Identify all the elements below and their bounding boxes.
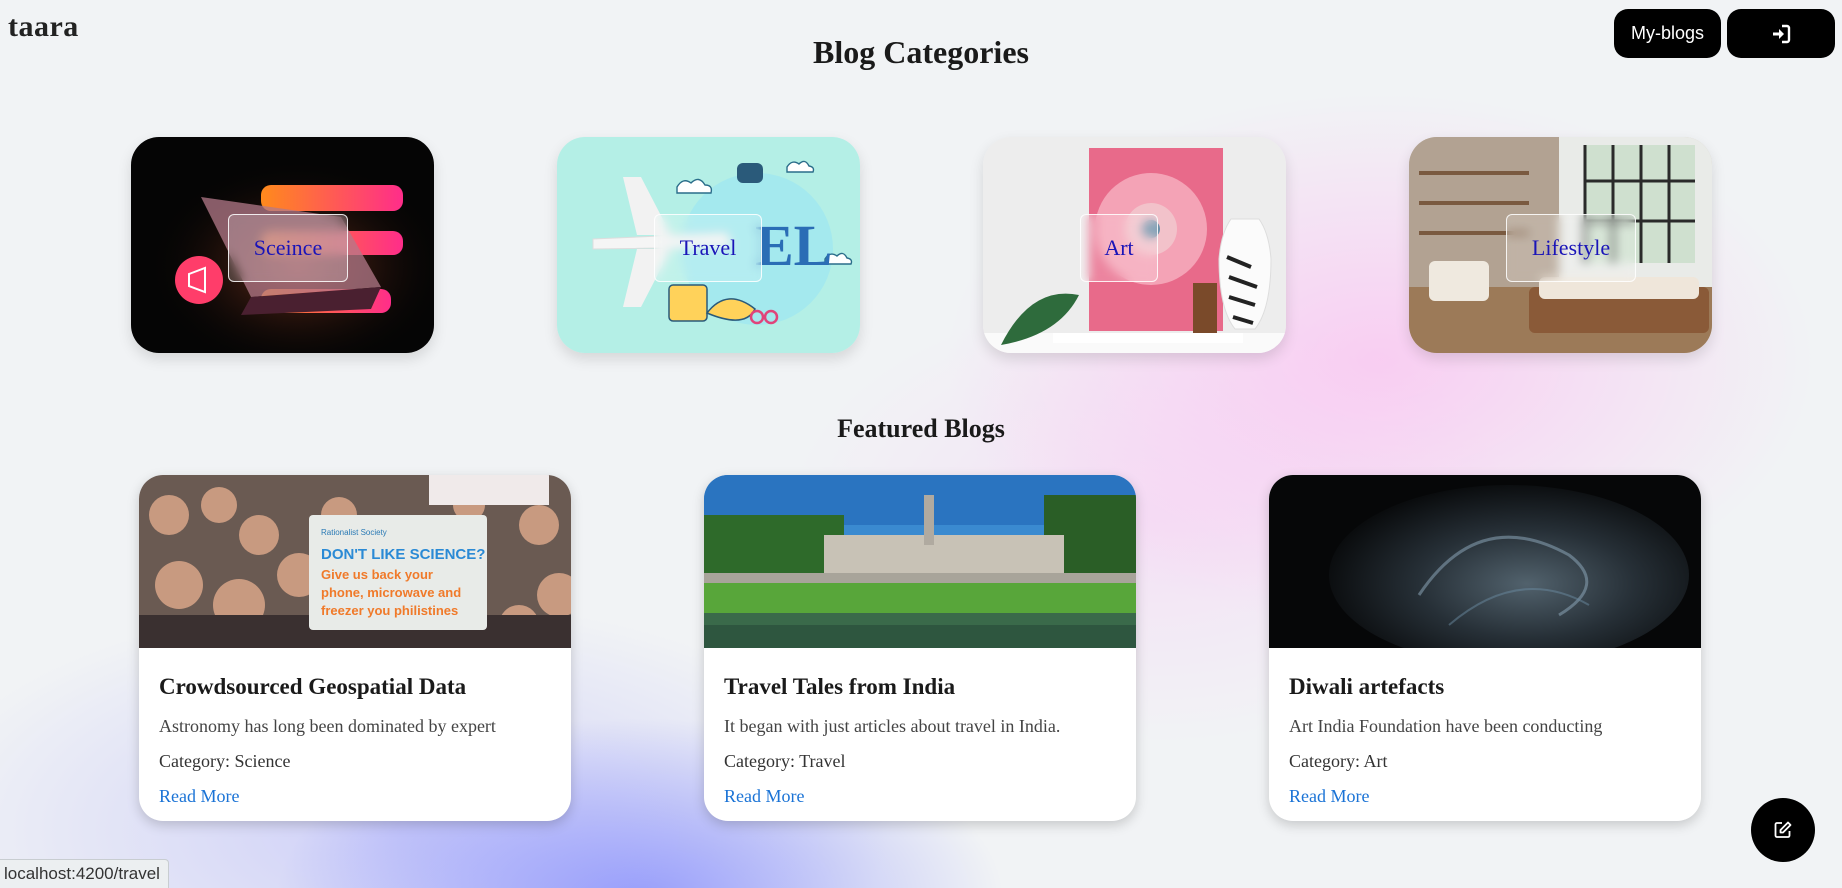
blog-body: Diwali artefacts Art India Foundation ha… [1289,648,1681,807]
category-label-travel[interactable]: Travel [654,214,762,282]
category-card-lifestyle[interactable]: Lifestyle [1409,137,1712,353]
category-label-science[interactable]: Sceince [228,214,348,282]
blog-body: Crowdsourced Geospatial Data Astronomy h… [159,648,551,807]
blog-excerpt: Art India Foundation have been conductin… [1289,716,1603,736]
svg-text:Rationalist Society: Rationalist Society [321,528,387,537]
category-card-science[interactable]: Sceince [131,137,434,353]
sign-in-icon [1773,24,1791,43]
featured-blogs-title: Featured Blogs [837,414,1005,443]
my-blogs-button[interactable]: My-blogs [1614,9,1721,58]
read-more-link[interactable]: Read More [159,786,239,807]
dark-fabric-image [1269,475,1701,648]
category-card-travel[interactable]: EL Travel [557,137,860,353]
new-blog-button[interactable] [1751,798,1815,862]
read-more-link[interactable]: Read More [724,786,804,807]
edit-icon [1774,821,1792,838]
read-more-link[interactable]: Read More [1289,786,1369,807]
blog-body: Travel Tales from India It began with ju… [724,648,1116,807]
blog-card-diwali[interactable]: Diwali artefacts Art India Foundation ha… [1269,475,1701,821]
blog-title: Travel Tales from India [724,674,956,699]
category-label-art[interactable]: Art [1080,214,1158,282]
svg-text:EL: EL [755,213,832,278]
protest-sign-heading: DON'T LIKE SCIENCE? [321,546,485,563]
page-title: Blog Categories [813,34,1029,70]
status-bar-url: localhost:4200/travel [0,859,169,888]
blog-excerpt: Astronomy has long been dominated by exp… [159,716,496,736]
blog-excerpt: It began with just articles about travel… [724,716,1061,736]
blog-category: Category: Science [159,751,291,771]
park-landscape-image [704,475,1136,648]
science-protest-image: Rationalist Society DON'T LIKE SCIENCE? … [139,475,571,648]
blog-category: Category: Travel [724,751,846,771]
blog-title: Crowdsourced Geospatial Data [159,674,467,699]
category-label-lifestyle[interactable]: Lifestyle [1506,214,1636,282]
blog-category: Category: Art [1289,751,1388,771]
category-card-art[interactable]: Art [983,137,1286,353]
blog-title: Diwali artefacts [1289,674,1445,699]
login-button[interactable] [1727,9,1835,58]
top-actions: My-blogs [1614,9,1835,58]
blog-card-geospatial[interactable]: Rationalist Society DON'T LIKE SCIENCE? … [139,475,571,821]
blog-card-travel-tales[interactable]: Travel Tales from India It began with ju… [704,475,1136,821]
